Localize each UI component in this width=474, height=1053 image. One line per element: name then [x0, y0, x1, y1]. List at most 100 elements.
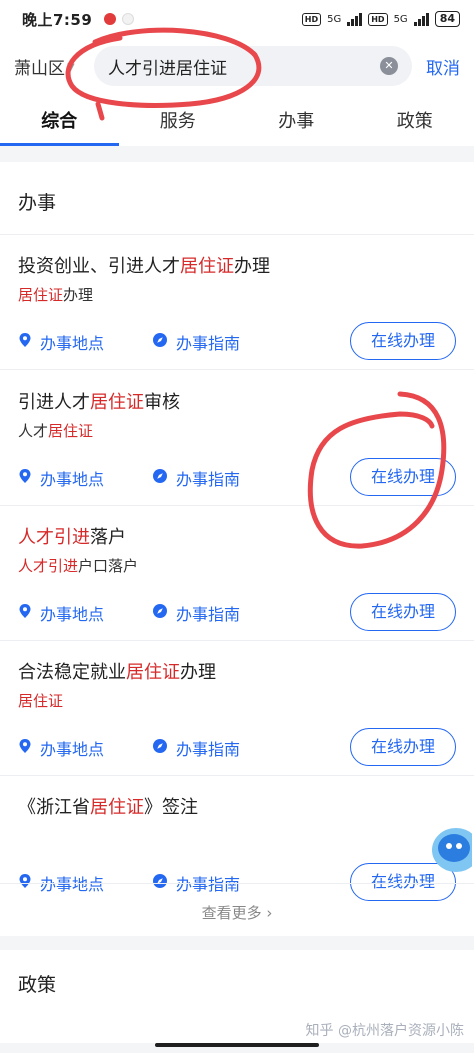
- title-highlight: 居住证: [180, 256, 234, 277]
- item-actions: 办事地点 办事指南: [18, 736, 288, 760]
- online-apply-button[interactable]: 在线办理: [350, 322, 456, 360]
- guide-link[interactable]: 办事指南: [152, 736, 240, 760]
- subtitle-text: 办理: [63, 286, 94, 304]
- assistant-bubble-icon[interactable]: [428, 820, 472, 880]
- title-text: 投资创业、引进人才: [18, 256, 180, 277]
- search-query: 人才引进居住证: [108, 58, 227, 79]
- title-highlight: 居住证: [90, 392, 144, 413]
- list-item[interactable]: 投资创业、引进人才居住证办理 居住证办理 办事地点 办事指南 在线办理: [0, 234, 474, 370]
- tab-services[interactable]: 服务: [119, 94, 238, 146]
- title-text: 合法稳定就业: [18, 662, 126, 683]
- net-label: 5G: [327, 13, 342, 25]
- guide-label: 办事指南: [176, 605, 241, 624]
- location-label: 办事地点: [40, 740, 105, 759]
- signal-icon: [347, 12, 363, 26]
- home-indicator[interactable]: [155, 1043, 319, 1047]
- title-text: 落户: [90, 527, 126, 548]
- district-label: 萧山区: [14, 58, 65, 79]
- result-tabs: 综合 服务 办事 政策: [0, 94, 474, 146]
- location-link[interactable]: 办事地点: [18, 736, 104, 760]
- location-pin-icon: [18, 468, 40, 488]
- online-apply-button[interactable]: 在线办理: [350, 728, 456, 766]
- location-link[interactable]: 办事地点: [18, 466, 104, 490]
- subtitle-text: 户口落户: [78, 557, 139, 575]
- status-right: HD 5G HD 5G 84: [301, 11, 460, 27]
- title-text: 引进人才: [18, 392, 90, 413]
- see-more-link[interactable]: 查看更多 ›: [0, 902, 474, 923]
- tab-affairs[interactable]: 办事: [237, 94, 356, 146]
- location-link[interactable]: 办事地点: [18, 601, 104, 625]
- list-item[interactable]: 《浙江省居住证》签注 办事地点 办事指南 在线办理: [0, 775, 474, 910]
- app-notification-icon: [104, 13, 117, 25]
- guide-label: 办事指南: [176, 470, 241, 489]
- divider: [0, 883, 474, 884]
- title-text: 审核: [144, 392, 180, 413]
- item-actions: 办事地点 办事指南: [18, 466, 288, 490]
- guide-label: 办事指南: [176, 740, 241, 759]
- location-label: 办事地点: [40, 334, 105, 353]
- compass-icon: [152, 738, 176, 758]
- app-notification-icon: [122, 13, 135, 25]
- battery-icon: 84: [434, 11, 460, 27]
- title-highlight: 人才引进: [18, 527, 90, 548]
- tab-general[interactable]: 综合: [0, 94, 119, 146]
- district-selector[interactable]: 萧山区 ▼: [14, 54, 75, 79]
- search-input[interactable]: 人才引进居住证 ✕: [94, 46, 412, 86]
- net-label: 5G: [393, 13, 408, 25]
- tab-policy[interactable]: 政策: [356, 94, 474, 146]
- compass-icon: [152, 468, 176, 488]
- location-pin-icon: [18, 332, 40, 352]
- title-text: 办理: [180, 662, 216, 683]
- item-subtitle: 居住证办理: [18, 284, 93, 305]
- item-actions: 办事地点 办事指南: [18, 330, 288, 354]
- subtitle-highlight: 居住证: [48, 422, 94, 440]
- location-pin-icon: [18, 738, 40, 758]
- subtitle-highlight: 居住证: [18, 286, 64, 304]
- compass-icon: [152, 332, 176, 352]
- hd-icon: HD: [368, 12, 388, 26]
- item-subtitle: 人才引进户口落户: [18, 555, 138, 576]
- status-bar: 晚上7:59 HD 5G HD 5G 84: [0, 0, 474, 38]
- cancel-button[interactable]: 取消: [426, 54, 460, 79]
- subtitle-highlight: 居住证: [18, 692, 64, 710]
- chevron-right-icon: ›: [266, 904, 273, 922]
- item-title[interactable]: 合法稳定就业居住证办理: [18, 658, 216, 684]
- title-text: 《浙江省: [18, 797, 90, 818]
- item-title[interactable]: 人才引进落户: [18, 523, 126, 549]
- location-label: 办事地点: [40, 605, 105, 624]
- title-highlight: 居住证: [90, 797, 144, 818]
- location-link[interactable]: 办事地点: [18, 330, 104, 354]
- list-item[interactable]: 引进人才居住证审核 人才居住证 办事地点 办事指南 在线办理: [0, 370, 474, 506]
- signal-icon: [413, 12, 429, 26]
- title-highlight: 居住证: [126, 662, 180, 683]
- guide-link[interactable]: 办事指南: [152, 330, 240, 354]
- list-item[interactable]: 合法稳定就业居住证办理 居住证 办事地点 办事指南 在线办理: [0, 640, 474, 776]
- notification-icons: [104, 13, 135, 25]
- online-apply-button[interactable]: 在线办理: [350, 458, 456, 496]
- guide-link[interactable]: 办事指南: [152, 466, 240, 490]
- item-title[interactable]: 引进人才居住证审核: [18, 388, 180, 414]
- item-title[interactable]: 《浙江省居住证》签注: [18, 793, 198, 819]
- section-title: 办事: [18, 192, 57, 214]
- guide-label: 办事指南: [176, 334, 241, 353]
- subtitle-text: 人才: [18, 422, 49, 440]
- search-header: 萧山区 ▼ 人才引进居住证 ✕ 取消: [0, 38, 474, 94]
- watermark: 知乎 @杭州落户资源小陈: [305, 1023, 464, 1039]
- online-apply-button[interactable]: 在线办理: [350, 593, 456, 631]
- clear-icon[interactable]: ✕: [380, 57, 398, 75]
- status-time: 晚上7:59: [22, 10, 93, 29]
- list-item[interactable]: 人才引进落户 人才引进户口落户 办事地点 办事指南 在线办理: [0, 505, 474, 641]
- hd-icon: HD: [301, 12, 322, 26]
- item-title[interactable]: 投资创业、引进人才居住证办理: [18, 252, 270, 278]
- see-more-label: 查看更多: [201, 904, 262, 922]
- guide-link[interactable]: 办事指南: [152, 601, 240, 625]
- chevron-down-icon: ▼: [67, 61, 75, 73]
- compass-icon: [152, 603, 176, 623]
- section-title: 政策: [18, 974, 57, 996]
- title-text: 》签注: [144, 797, 198, 818]
- item-actions: 办事地点 办事指南: [18, 601, 288, 625]
- location-label: 办事地点: [40, 470, 105, 489]
- subtitle-highlight: 人才引进: [18, 557, 79, 575]
- title-text: 办理: [234, 256, 270, 277]
- location-pin-icon: [18, 603, 40, 623]
